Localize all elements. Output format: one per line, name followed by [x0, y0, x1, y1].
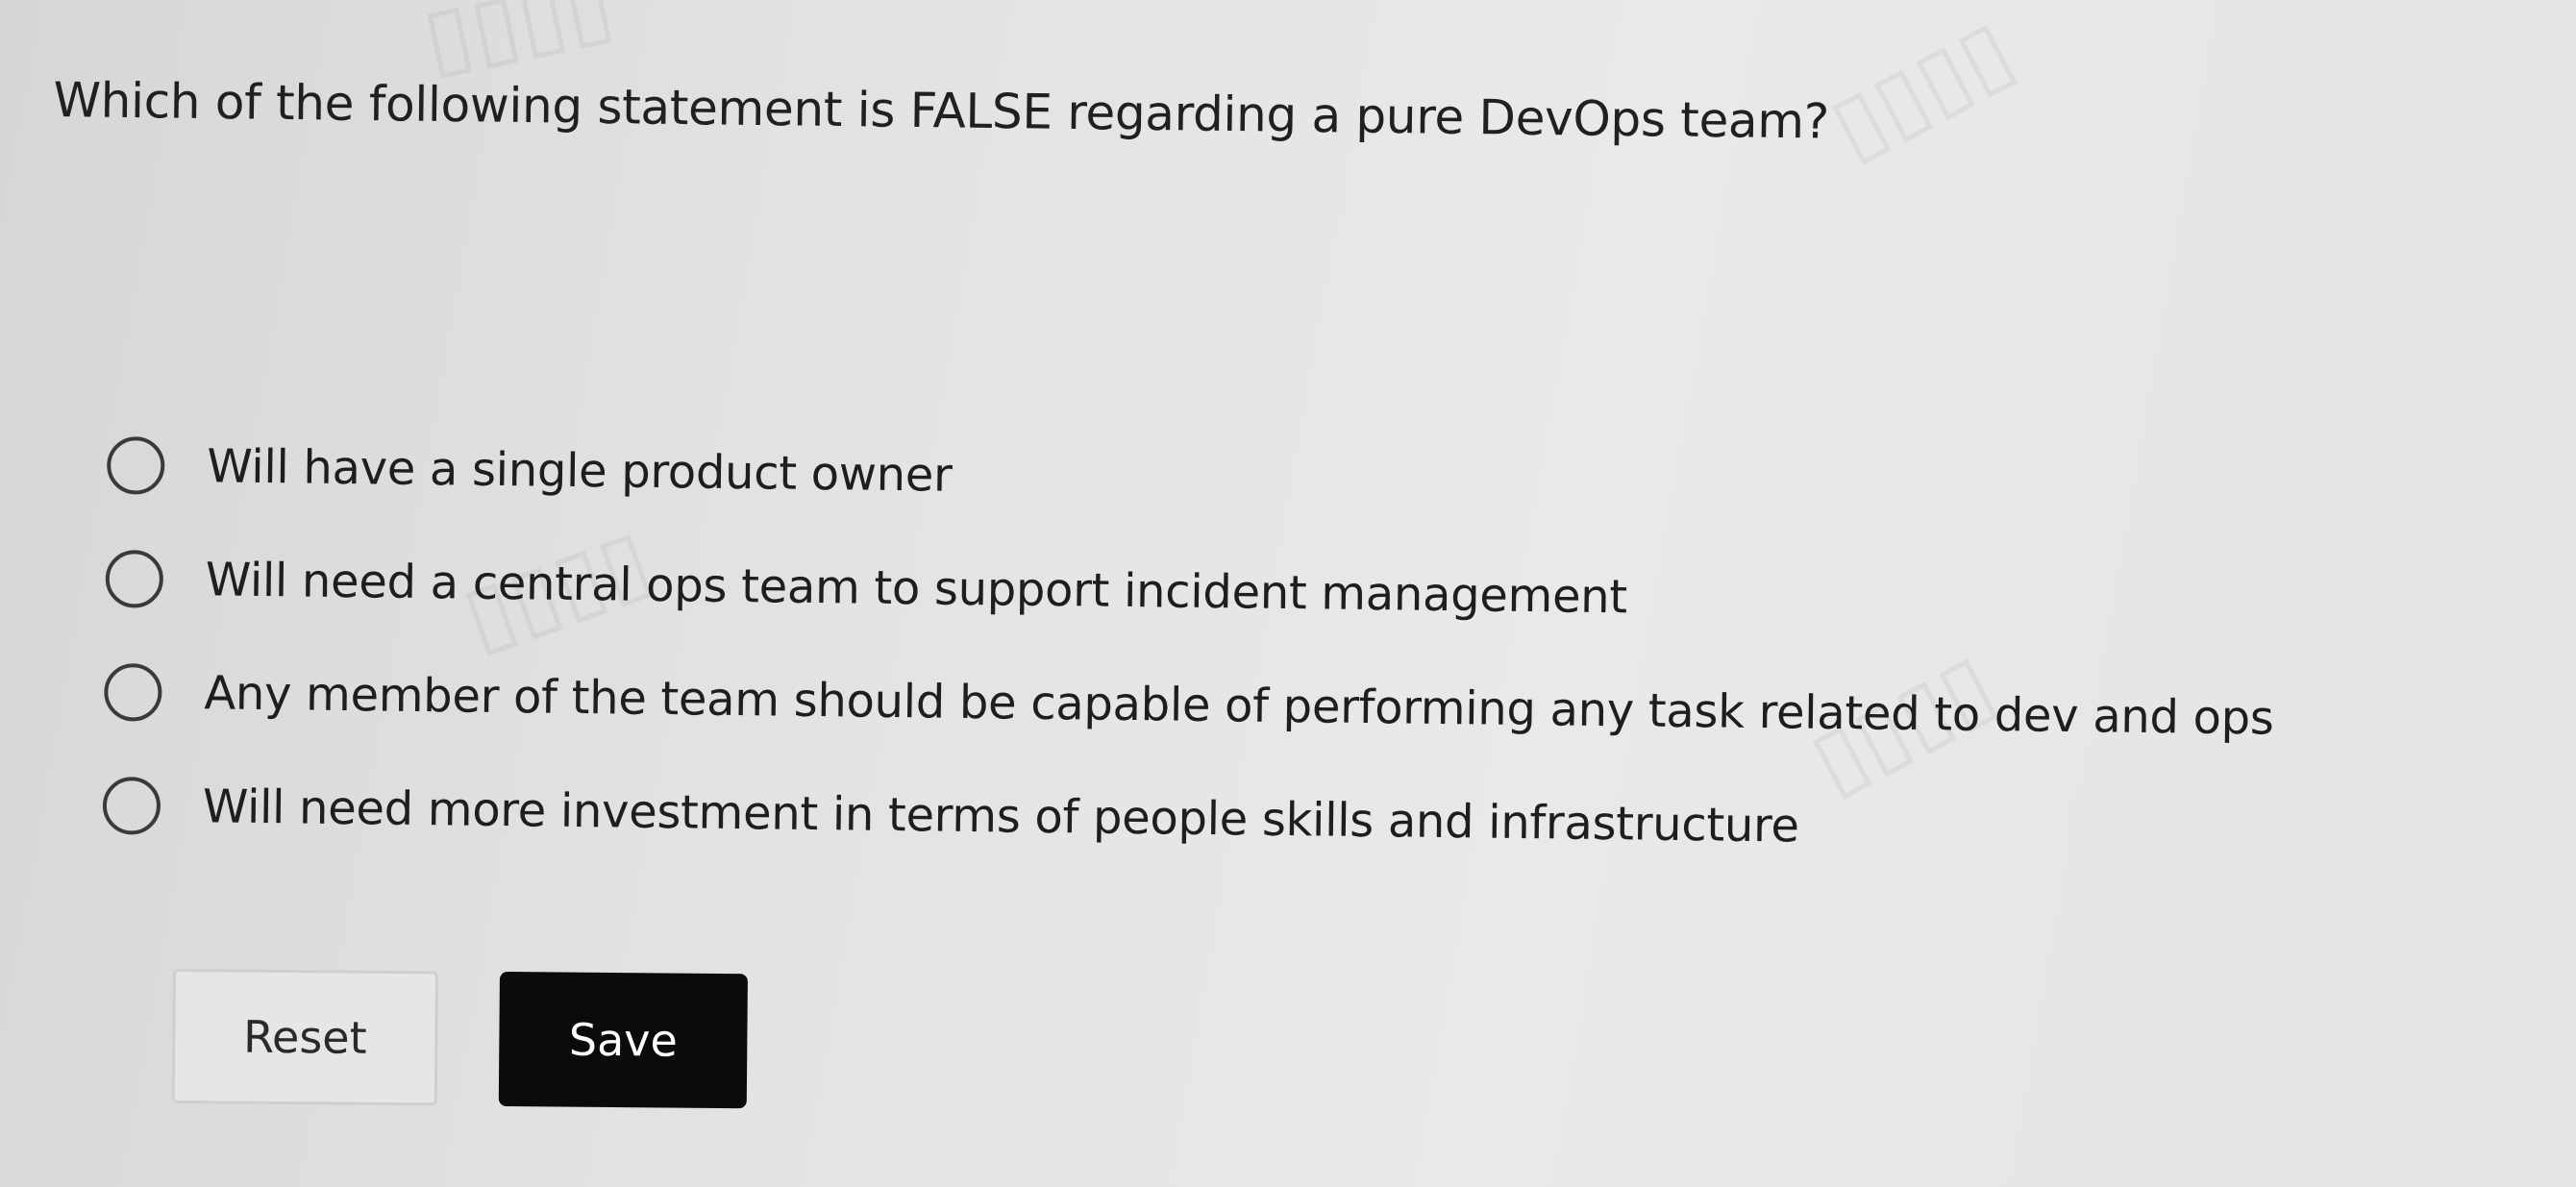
answer-option-label: Will need more investment in terms of pe…: [202, 779, 1800, 853]
save-button[interactable]: Save: [498, 971, 748, 1109]
question-text: Which of the following statement is FALS…: [53, 71, 1830, 150]
reset-button[interactable]: Reset: [171, 969, 438, 1106]
answer-option-label: Any member of the team should be capable…: [204, 666, 2274, 746]
answer-option-label: Will have a single product owner: [206, 439, 953, 503]
radio-button[interactable]: [105, 549, 164, 608]
radio-button[interactable]: [102, 776, 161, 835]
answer-options: Will have a single product owner Will ne…: [102, 408, 2511, 892]
quiz-screen: ▯▯▯▯ ▯▯▯▯ ▯▯▯▯ ▯▯▯▯ Which of the followi…: [0, 0, 2576, 1187]
radio-button[interactable]: [104, 662, 162, 722]
radio-button[interactable]: [106, 435, 165, 495]
answer-option-label: Will need a central ops team to support …: [205, 553, 1628, 625]
form-actions: Reset Save: [171, 969, 748, 1109]
